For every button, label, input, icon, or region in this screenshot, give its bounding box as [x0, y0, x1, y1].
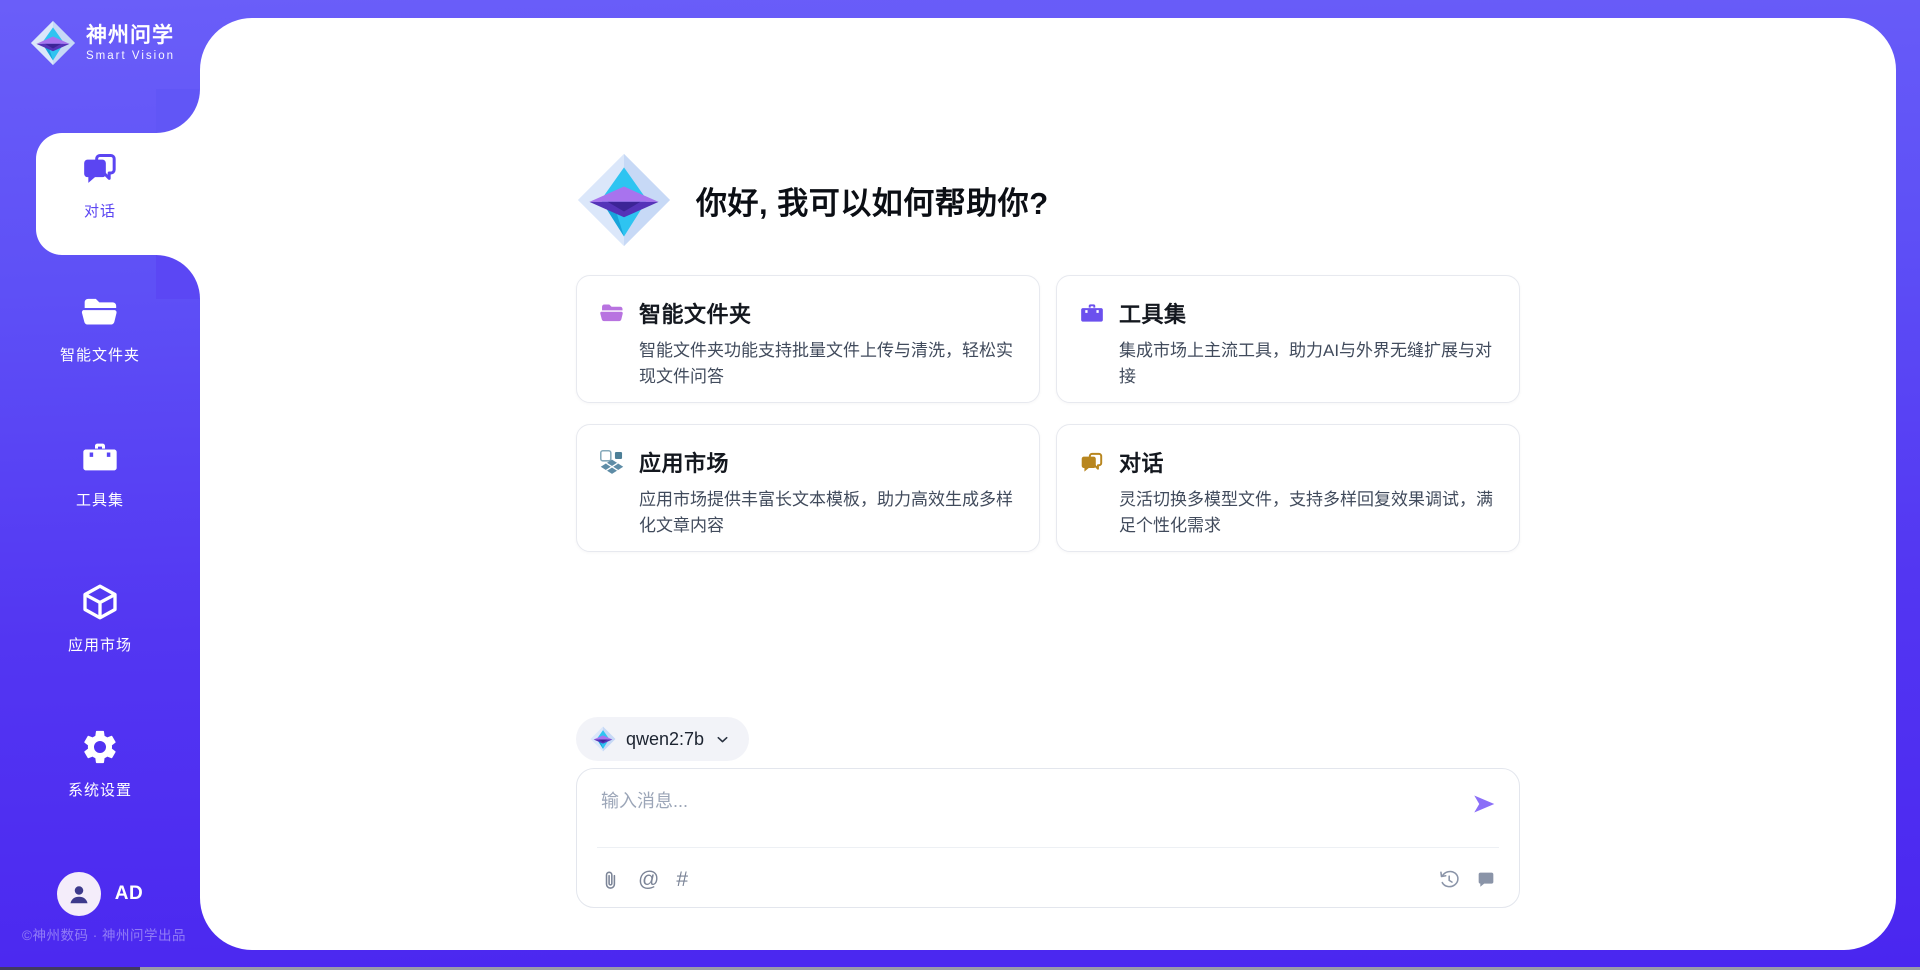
sidebar-item-label: 智能文件夹 [0, 344, 200, 365]
gear-icon [80, 727, 120, 767]
card-toolset[interactable]: 工具集 集成市场上主流工具，助力AI与外界无缝扩展与对接 [1056, 275, 1520, 403]
sidebar-item-chat[interactable]: 对话 [0, 148, 200, 221]
composer: qwen2:7b @ # [576, 717, 1520, 908]
card-smart-folder[interactable]: 智能文件夹 智能文件夹功能支持批量文件上传与清洗，轻松实现文件问答 [576, 275, 1040, 403]
card-title: 工具集 [1119, 297, 1187, 329]
brand-subtitle: Smart Vision [86, 50, 175, 63]
sidebar: 神州问学 Smart Vision 对话 智能文件夹 工具集 应用市场 系统设置 [0, 0, 200, 970]
feature-cards: 智能文件夹 智能文件夹功能支持批量文件上传与清洗，轻松实现文件问答 工具集 集成… [576, 275, 1520, 552]
user-name: AD [115, 883, 143, 905]
greeting-row: 你好, 我可以如何帮助你? [576, 152, 1049, 248]
model-label: qwen2:7b [626, 729, 704, 750]
user-profile[interactable]: AD [0, 872, 200, 916]
card-title: 智能文件夹 [639, 297, 752, 329]
sidebar-item-toolset[interactable]: 工具集 [0, 437, 200, 510]
card-description: 智能文件夹功能支持批量文件上传与清洗，轻松实现文件问答 [639, 338, 1017, 391]
card-title: 对话 [1119, 446, 1164, 478]
chat-bubble-icon[interactable] [1475, 869, 1497, 891]
main-panel: 你好, 我可以如何帮助你? 智能文件夹 智能文件夹功能支持批量文件上传与清洗，轻… [200, 18, 1896, 950]
folder-icon [599, 300, 625, 326]
greeting-text: 你好, 我可以如何帮助你? [696, 178, 1049, 223]
chat-icon [80, 148, 120, 188]
model-diamond-icon [590, 726, 616, 752]
folder-icon [80, 292, 120, 332]
paperclip-icon[interactable] [599, 869, 621, 891]
toolbox-icon [1079, 300, 1105, 326]
card-description: 应用市场提供丰富长文本模板，助力高效生成多样化文章内容 [639, 487, 1017, 540]
card-app-market[interactable]: 应用市场 应用市场提供丰富长文本模板，助力高效生成多样化文章内容 [576, 424, 1040, 552]
sidebar-item-label: 应用市场 [0, 634, 200, 655]
sidebar-item-label: 对话 [0, 200, 200, 221]
hash-icon[interactable]: # [676, 869, 688, 891]
main-content: 你好, 我可以如何帮助你? 智能文件夹 智能文件夹功能支持批量文件上传与清洗，轻… [576, 18, 1520, 950]
chat-icon [1079, 449, 1105, 475]
brand-diamond-icon [30, 20, 76, 66]
cube-icon [80, 582, 120, 622]
history-icon[interactable] [1438, 869, 1460, 891]
person-icon [64, 879, 94, 909]
sidebar-item-smart-folder[interactable]: 智能文件夹 [0, 292, 200, 365]
brand-diamond-icon [576, 152, 672, 248]
avatar [57, 872, 101, 916]
card-description: 灵活切换多模型文件，支持多样回复效果调试，满足个性化需求 [1119, 487, 1497, 540]
card-description: 集成市场上主流工具，助力AI与外界无缝扩展与对接 [1119, 338, 1497, 391]
model-selector[interactable]: qwen2:7b [576, 717, 749, 761]
card-chat[interactable]: 对话 灵活切换多模型文件，支持多样回复效果调试，满足个性化需求 [1056, 424, 1520, 552]
message-input-box: @ # [576, 768, 1520, 908]
toolbox-icon [80, 437, 120, 477]
at-icon[interactable]: @ [638, 869, 659, 891]
copyright-footer: ©神州数码 · 神州问学出品 [22, 924, 186, 944]
sidebar-item-app-market[interactable]: 应用市场 [0, 582, 200, 655]
sidebar-item-settings[interactable]: 系统设置 [0, 727, 200, 800]
brand-name: 神州问学 [86, 24, 175, 47]
send-button[interactable] [1471, 791, 1497, 817]
grid-cube-icon [599, 449, 625, 475]
brand-logo: 神州问学 Smart Vision [30, 20, 175, 66]
message-input[interactable] [599, 785, 1449, 841]
card-title: 应用市场 [639, 446, 729, 478]
input-divider [597, 847, 1499, 848]
chevron-down-icon [714, 731, 731, 748]
sidebar-item-label: 工具集 [0, 489, 200, 510]
sidebar-item-label: 系统设置 [0, 779, 200, 800]
